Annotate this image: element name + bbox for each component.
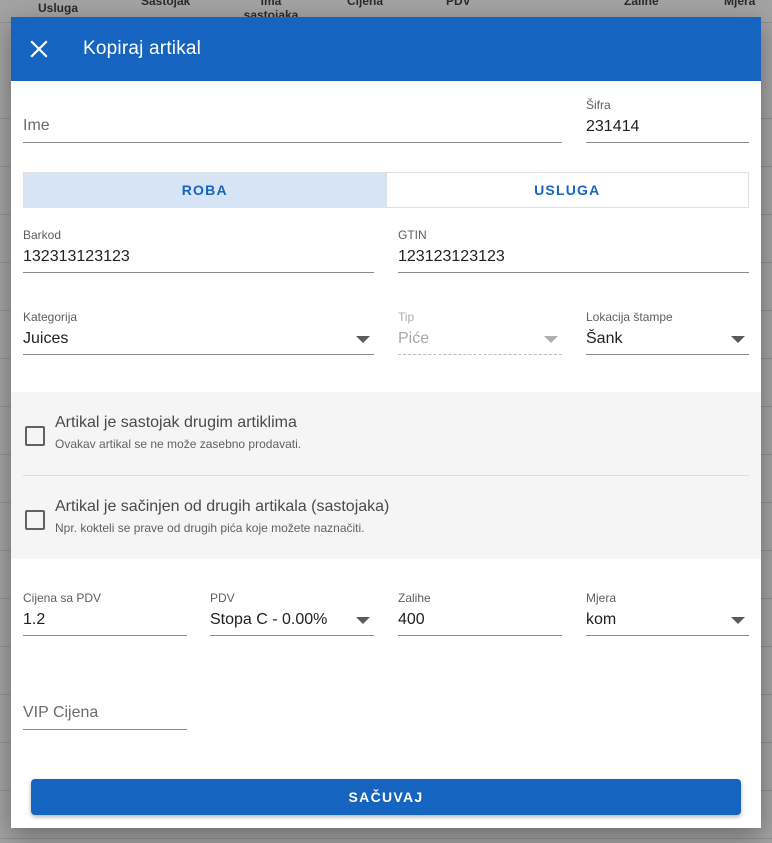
unit-label: Mjera [586, 591, 617, 605]
composite-checkbox-subtitle: Npr. kokteli se prave od drugih pića koj… [55, 521, 365, 535]
code-field[interactable]: Šifra 231414 [586, 98, 749, 143]
chevron-down-icon [731, 336, 745, 343]
chevron-down-icon [544, 336, 558, 343]
category-label: Kategorija [23, 310, 78, 324]
code-value: 231414 [586, 118, 640, 135]
barcode-field[interactable]: Barkod 132313123123 [23, 228, 374, 273]
vat-label: PDV [210, 591, 235, 605]
unit-value: kom [586, 611, 617, 628]
column-header-cijena: Cijena [347, 0, 384, 8]
vat-value: Stopa C - 0.00% [210, 611, 328, 628]
vip-price-placeholder: VIP Cijena [23, 704, 99, 721]
chevron-down-icon [356, 617, 370, 624]
column-header-sastojak: Sastojak [141, 0, 191, 8]
print-location-label: Lokacija štampe [586, 310, 673, 324]
name-field[interactable]: Ime [23, 105, 562, 143]
panel-divider [23, 475, 749, 476]
toggle-usluga[interactable]: USLUGA [385, 173, 748, 207]
ingredient-checkbox-title: Artikal je sastojak drugim artiklima [55, 414, 297, 431]
category-value: Juices [23, 330, 69, 347]
vip-price-field[interactable]: VIP Cijena [23, 692, 187, 730]
copy-article-dialog: Kopiraj artikal Ime Šifra 231414 ROBA US… [11, 17, 761, 828]
composite-checkbox-title: Artikal je sačinjen od drugih artikala (… [55, 498, 390, 515]
toggle-roba[interactable]: ROBA [24, 173, 386, 207]
chevron-down-icon [731, 617, 745, 624]
vat-select[interactable]: PDV Stopa C - 0.00% [210, 591, 374, 636]
stock-field[interactable]: Zalihe 400 [398, 591, 562, 636]
unit-select[interactable]: Mjera kom [586, 591, 749, 636]
price-label: Cijena sa PDV [23, 591, 102, 605]
print-location-value: Šank [586, 330, 623, 347]
price-value: 1.2 [23, 611, 46, 628]
column-header-mjera: Mjera [724, 0, 756, 8]
stock-label: Zalihe [398, 591, 431, 605]
code-label: Šifra [586, 98, 611, 112]
type-select: Tip Piće [398, 310, 562, 355]
gtin-label: GTIN [398, 228, 427, 242]
ingredient-checkbox[interactable] [25, 426, 45, 446]
barcode-label: Barkod [23, 228, 62, 242]
category-select[interactable]: Kategorija Juices [23, 310, 374, 355]
dialog-toolbar: Kopiraj artikal [11, 17, 761, 81]
print-location-select[interactable]: Lokacija štampe Šank [586, 310, 749, 355]
chevron-down-icon [356, 336, 370, 343]
column-header-zalihe: Zalihe [624, 0, 659, 8]
barcode-value: 132313123123 [23, 248, 130, 265]
ingredient-checkbox-subtitle: Ovakav artikal se ne može zasebno prodav… [55, 437, 302, 451]
name-placeholder: Ime [23, 117, 50, 134]
close-icon [30, 40, 48, 58]
dialog-title: Kopiraj artikal [83, 38, 202, 59]
gtin-value: 123123123123 [398, 248, 505, 265]
column-header-pdv: PDV [446, 0, 471, 8]
column-header-usluga: Usluga [38, 1, 79, 15]
price-field[interactable]: Cijena sa PDV 1.2 [23, 591, 187, 636]
type-label: Tip [398, 310, 415, 324]
close-button[interactable] [11, 17, 67, 81]
save-button[interactable]: SAČUVAJ [31, 779, 741, 815]
article-type-toggle: ROBA USLUGA [23, 172, 749, 208]
gtin-field[interactable]: GTIN 123123123123 [398, 228, 749, 273]
composite-checkbox[interactable] [25, 510, 45, 530]
stock-value: 400 [398, 611, 425, 628]
ingredient-options-panel: Artikal je sastojak drugim artiklima Ova… [11, 392, 761, 559]
type-value: Piće [398, 330, 430, 347]
